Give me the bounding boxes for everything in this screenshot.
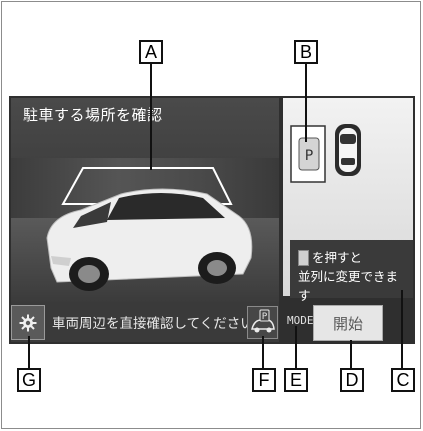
callout-b: B	[294, 40, 318, 64]
gear-icon	[19, 314, 37, 331]
callout-f: F	[252, 368, 276, 392]
parallel-parking-icon[interactable]: P	[298, 137, 320, 171]
callout-e: E	[284, 368, 308, 392]
leader-line-d	[350, 340, 352, 368]
callout-c: C	[391, 368, 415, 392]
own-car-icon	[335, 124, 361, 176]
camera-view: 駐車する場所を確認	[11, 98, 279, 302]
park-assist-button[interactable]: P	[247, 306, 278, 339]
svg-text:P: P	[305, 148, 313, 164]
start-button[interactable]: 開始	[313, 305, 383, 341]
leader-line-f	[262, 336, 264, 368]
parallel-parking-icon	[298, 249, 309, 266]
callout-d: D	[340, 368, 364, 392]
footer-message: 車両周辺を直接確認してください	[52, 316, 254, 332]
leader-line-e	[295, 326, 297, 368]
settings-button[interactable]	[11, 305, 45, 340]
leader-line-g	[28, 336, 30, 368]
hint-line1: を押すと	[312, 250, 363, 265]
callout-a: A	[139, 40, 163, 64]
camera-title: 駐車する場所を確認	[23, 106, 163, 124]
leader-line-c	[401, 290, 403, 368]
svg-text:P: P	[262, 312, 268, 322]
leader-line-a	[150, 62, 152, 170]
hint-line2: 並列に変更できます	[298, 269, 399, 303]
callout-g: G	[17, 368, 41, 392]
hint-message-box: を押すと 並列に変更できます	[290, 240, 413, 303]
mode-button[interactable]: MODE	[287, 314, 314, 327]
park-assist-icon: P	[251, 309, 275, 333]
leader-line-b	[305, 62, 307, 142]
camera-scene	[46, 167, 253, 291]
